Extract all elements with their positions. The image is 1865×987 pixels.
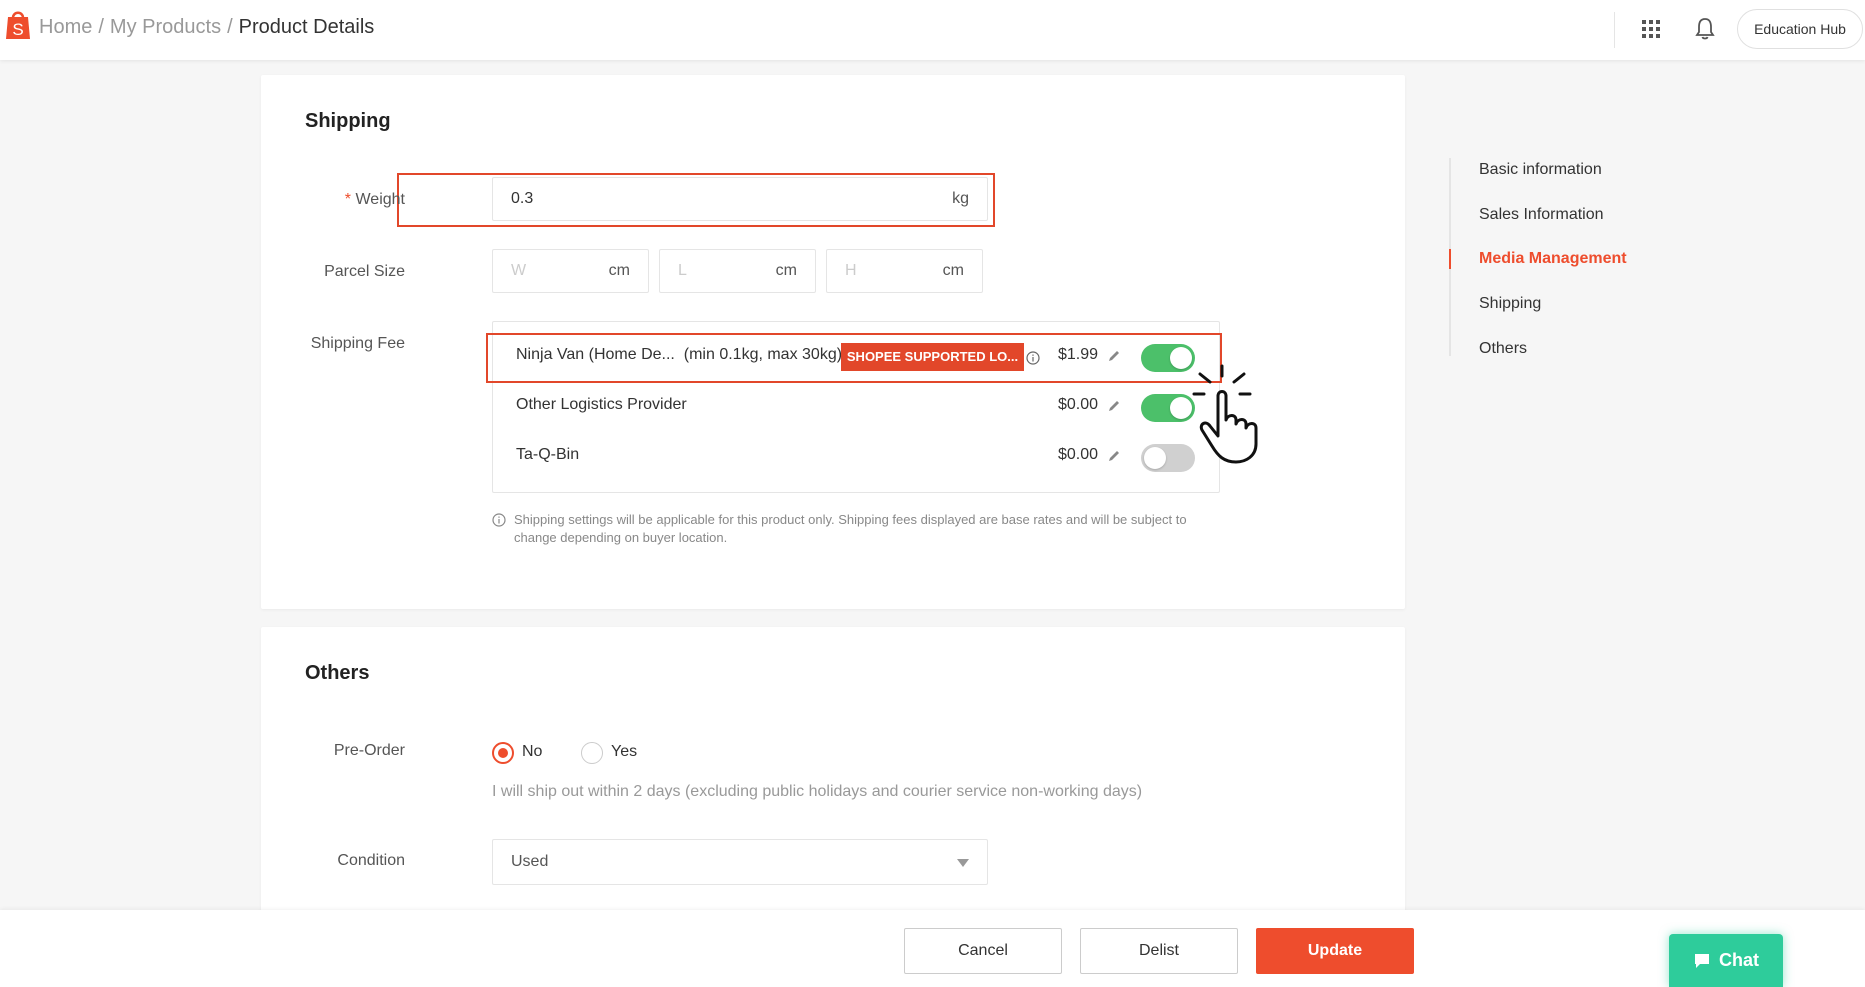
shipping-fee-label: Shipping Fee — [310, 335, 405, 352]
pre-order-yes-radio[interactable] — [581, 742, 603, 764]
nav-item-basic-information[interactable]: Basic information — [1479, 161, 1602, 179]
parcel-length-input[interactable]: L cm — [659, 249, 816, 293]
nav-item-sales-information[interactable]: Sales Information — [1479, 206, 1604, 224]
cancel-button[interactable]: Cancel — [904, 928, 1062, 974]
header-divider — [1614, 12, 1615, 48]
parcel-size-label: Parcel Size — [324, 263, 405, 280]
top-header: S Home / My Products / Product Details E… — [0, 0, 1865, 60]
fee-name: Ta-Q-Bin — [516, 446, 580, 463]
breadcrumb-current: Product Details — [238, 16, 375, 38]
breadcrumb: Home / My Products / Product Details — [39, 16, 375, 39]
pre-order-no-label[interactable]: No — [522, 743, 542, 761]
ta-q-bin-toggle[interactable] — [1141, 444, 1195, 472]
fee-name: Other Logistics Provider — [516, 396, 687, 413]
parcel-width-input[interactable]: W cm — [492, 249, 649, 293]
pencil-icon[interactable] — [1107, 399, 1121, 413]
pre-order-hint: I will ship out within 2 days (excluding… — [492, 783, 1143, 800]
fee-price: $0.00 — [1057, 396, 1098, 413]
nav-item-others[interactable]: Others — [1479, 340, 1527, 358]
hand-pointer-icon — [1192, 364, 1258, 464]
shipping-fee-row-other-logistics: Other Logistics Provider $0.00 — [493, 382, 1219, 432]
shipping-note: Shipping settings will be applicable for… — [492, 511, 1222, 547]
other-logistics-toggle[interactable] — [1141, 394, 1195, 422]
pre-order-yes-label[interactable]: Yes — [611, 743, 637, 761]
nav-item-media-management[interactable]: Media Management — [1479, 250, 1627, 268]
delist-button[interactable]: Delist — [1080, 928, 1238, 974]
nav-active-indicator — [1449, 249, 1451, 269]
pencil-icon[interactable] — [1107, 449, 1121, 463]
ninja-van-highlight — [486, 333, 1222, 383]
info-icon — [492, 513, 506, 527]
parcel-height-input[interactable]: H cm — [826, 249, 983, 293]
shipping-title: Shipping — [305, 110, 391, 132]
weight-label: * Weight — [344, 191, 405, 208]
nav-item-shipping[interactable]: Shipping — [1479, 295, 1541, 313]
shopee-logo-icon[interactable]: S — [4, 8, 32, 40]
bell-icon[interactable] — [1694, 16, 1716, 40]
weight-input[interactable]: 0.3 kg — [492, 177, 988, 221]
breadcrumb-my-products[interactable]: My Products — [110, 16, 221, 39]
section-nav: Basic information Sales Information Medi… — [1449, 158, 1669, 358]
others-title: Others — [305, 662, 370, 684]
caret-down-icon — [957, 859, 969, 867]
breadcrumb-home[interactable]: Home — [39, 16, 92, 39]
education-hub-button[interactable]: Education Hub — [1737, 9, 1863, 49]
shipping-fee-row-ta-q-bin: Ta-Q-Bin $0.00 — [493, 432, 1219, 482]
shipping-section: Shipping * Weight 0.3 kg Parcel Size W c… — [261, 75, 1405, 609]
chat-button[interactable]: Chat — [1669, 934, 1783, 987]
update-button[interactable]: Update — [1256, 928, 1414, 974]
pre-order-label: Pre-Order — [333, 742, 405, 759]
chat-bubble-icon — [1695, 953, 1709, 968]
pre-order-no-radio[interactable] — [492, 742, 514, 764]
condition-select[interactable]: Used — [492, 839, 988, 885]
svg-text:S: S — [12, 20, 23, 39]
fee-price: $0.00 — [1057, 446, 1098, 463]
apps-grid-icon[interactable] — [1640, 18, 1662, 40]
action-bar: Cancel Delist Update — [0, 910, 1865, 987]
condition-label: Condition — [337, 852, 405, 869]
